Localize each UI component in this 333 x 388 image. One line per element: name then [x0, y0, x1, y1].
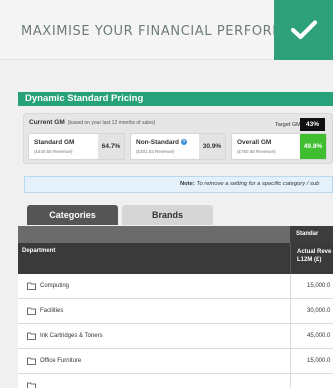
folder-icon — [27, 307, 36, 315]
department-name: Office Furniture — [40, 358, 82, 364]
current-gm-panel: Current GM (based on your last 12 months … — [23, 113, 333, 164]
current-gm-label: Current GM (based on your last 12 months … — [29, 119, 156, 126]
revenue-value: 15,000.0 — [290, 349, 333, 373]
tab-categories[interactable]: Categories — [27, 205, 118, 225]
revenue-value: 15,000.0 — [290, 274, 333, 298]
checkmark-icon-glyph — [290, 20, 317, 40]
department-name: Ink Cartridges & Toners — [40, 333, 103, 339]
checkmark-icon — [274, 0, 333, 60]
folder-icon — [27, 382, 36, 388]
revenue-value: 30,000.0 — [290, 299, 333, 323]
folder-icon — [27, 357, 36, 365]
table-row[interactable]: Facilities 30,000.0 — [18, 299, 333, 324]
folder-icon — [27, 332, 36, 340]
table-row[interactable]: Ink Cartridges & Toners 45,000.0 — [18, 324, 333, 349]
departments-table: Standar Department Actual Reve L12M (£) C… — [18, 226, 333, 388]
department-name: Facilities — [40, 308, 64, 314]
table-group-header: Standar — [18, 226, 333, 243]
note-label: Note: — [180, 181, 195, 187]
revenue-column-header[interactable]: Actual Reve L12M (£) — [290, 243, 333, 274]
standard-group-header: Standar — [290, 226, 333, 243]
revenue-value: 45,000.0 — [290, 324, 333, 348]
non-standard-card: Non-Standard? (£301.03 Revenue) 30.9% — [130, 133, 226, 160]
tab-brands[interactable]: Brands — [122, 205, 213, 225]
card-revenue: (£750.58 Revenue) — [237, 149, 276, 154]
current-gm-note: (based on your last 12 months of sales) — [67, 120, 156, 126]
pricing-panel-title: Dynamic Standard Pricing — [18, 92, 333, 106]
card-value: 49.8% — [300, 134, 326, 159]
note-bar: Note: To remove a setting for a specific… — [24, 176, 333, 193]
table-row[interactable] — [18, 374, 333, 388]
standard-gm-card: Standard GM (£440.55 Revenue) 64.7% — [28, 133, 125, 160]
table-row[interactable]: Office Furniture 15,000.0 — [18, 349, 333, 374]
card-name: Overall GM — [237, 139, 272, 146]
department-name: Computing — [40, 283, 70, 289]
folder-icon — [27, 282, 36, 290]
overall-gm-card: Overall GM (£750.58 Revenue) 49.8% — [231, 133, 327, 160]
card-revenue: (£301.03 Revenue) — [136, 149, 175, 154]
department-column-header[interactable]: Department — [22, 248, 55, 254]
table-header: Department Actual Reve L12M (£) — [18, 243, 333, 274]
target-gm-value[interactable]: 43% — [300, 118, 325, 131]
card-name: Non-Standard? — [136, 139, 187, 146]
card-name: Standard GM — [34, 139, 75, 146]
top-banner: MAXIMISE YOUR FINANCIAL PERFORMANCE — [0, 0, 333, 60]
revenue-value — [290, 374, 333, 388]
target-gm-label: Target GM — [275, 122, 301, 128]
card-value: 64.7% — [98, 134, 124, 159]
card-revenue: (£440.55 Revenue) — [34, 149, 73, 154]
card-value: 30.9% — [199, 134, 225, 159]
info-icon[interactable]: ? — [180, 139, 187, 145]
table-row[interactable]: Computing 15,000.0 — [18, 274, 333, 299]
note-text: To remove a setting for a specific categ… — [196, 181, 320, 187]
